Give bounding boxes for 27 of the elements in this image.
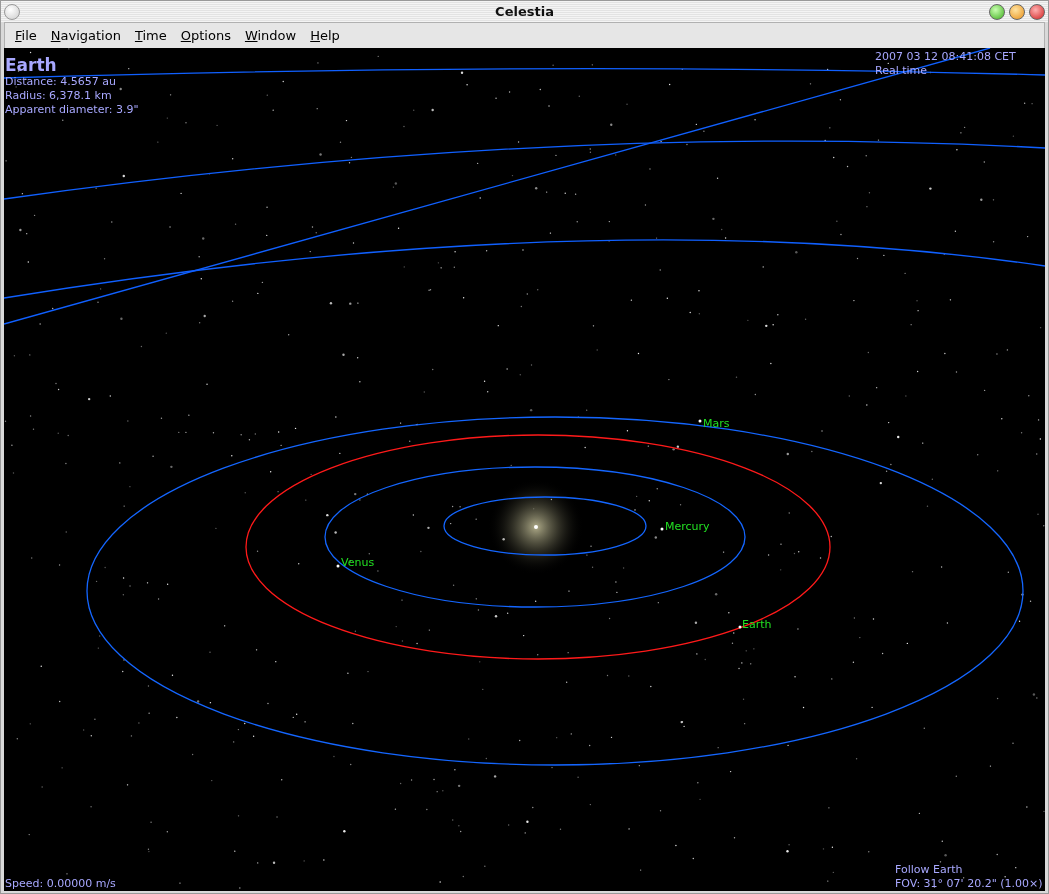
object-name: Earth bbox=[5, 55, 58, 75]
close-icon[interactable] bbox=[1029, 3, 1045, 20]
sun-icon bbox=[534, 525, 538, 529]
planet-icon[interactable] bbox=[738, 625, 742, 629]
menu-item[interactable]: File bbox=[9, 26, 45, 45]
planet-label: Mercury bbox=[665, 520, 710, 533]
planet-icon[interactable] bbox=[698, 419, 702, 423]
window-title: Celestia bbox=[494, 4, 554, 19]
window-menu-icon[interactable] bbox=[4, 3, 20, 20]
object-info-text: Radius: 6,378.1 km bbox=[5, 89, 113, 103]
menu-item[interactable]: Help bbox=[304, 26, 348, 45]
planet-label: Earth bbox=[742, 618, 772, 631]
planet-icon[interactable] bbox=[660, 527, 664, 531]
planet-label: Venus bbox=[341, 556, 375, 569]
object-info-text: Distance: 4.5657 au bbox=[5, 75, 117, 89]
fov-text: FOV: 31° 07' 20.2" (1.00×) bbox=[895, 877, 1043, 891]
speed-text: Speed: 0.00000 m/s bbox=[5, 877, 116, 891]
minimize-icon[interactable] bbox=[1009, 3, 1025, 20]
planet-label: Mars bbox=[703, 417, 730, 430]
menu-item[interactable]: Time bbox=[128, 26, 175, 45]
maximize-icon[interactable] bbox=[989, 3, 1005, 20]
menu-item[interactable]: Window bbox=[238, 26, 305, 45]
follow-text: Follow Earth bbox=[895, 863, 964, 877]
object-info-text: Apparent diameter: 3.9" bbox=[5, 103, 139, 117]
menu-item[interactable]: Options bbox=[174, 26, 239, 45]
menu-item[interactable]: Navigation bbox=[44, 26, 129, 45]
planet-icon[interactable] bbox=[336, 564, 340, 568]
